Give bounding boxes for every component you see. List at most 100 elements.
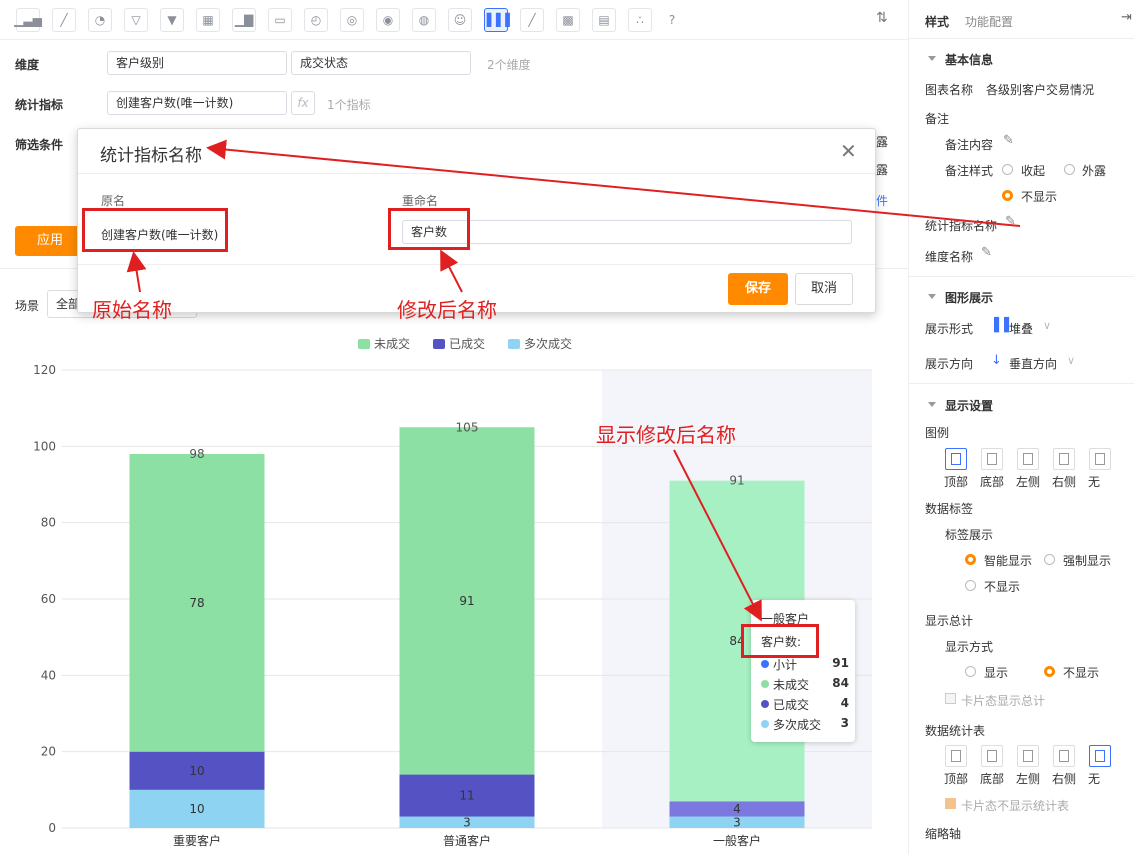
dialog-divider-bottom xyxy=(78,264,875,265)
chart-tooltip: 一般客户 客户数: 小计 91 未成交 84 已成交 4 多次成交 3 xyxy=(751,600,855,742)
pie-chart-icon[interactable]: ◔ xyxy=(88,8,112,32)
legend-label: 多次成交 xyxy=(524,336,572,351)
tooltip-dot-icon xyxy=(761,660,769,668)
legend-swatch xyxy=(433,339,445,349)
table-position-icon[interactable] xyxy=(981,745,1003,767)
table-position-icon[interactable] xyxy=(1089,745,1111,767)
card-icon[interactable]: ▭ xyxy=(268,8,292,32)
help-icon[interactable]: ? xyxy=(660,8,684,32)
radio-no-label[interactable] xyxy=(965,580,976,591)
collapse-arrow-icon[interactable] xyxy=(928,56,936,61)
combo-chart-icon[interactable]: ▁▇ xyxy=(232,8,256,32)
heatmap-icon[interactable]: ▩ xyxy=(556,8,580,32)
card-no-table-checkbox[interactable] xyxy=(945,798,956,809)
edit-dimension-icon[interactable]: ✎ xyxy=(981,245,992,260)
section-graph-display: 图形展示 xyxy=(945,291,994,305)
position-glyph-icon xyxy=(987,750,997,762)
table-position-icon[interactable] xyxy=(945,745,967,767)
area-line-icon[interactable]: ╱ xyxy=(520,8,544,32)
legend-position-icon[interactable] xyxy=(1089,448,1111,470)
tab-config[interactable]: 功能配置 xyxy=(965,13,1013,30)
position-glyph-icon xyxy=(951,453,961,465)
position-glyph-icon xyxy=(951,750,961,762)
bar-chart-icon[interactable]: ▁▃▅ xyxy=(14,8,42,32)
metric-label: 统计指标 xyxy=(15,98,64,112)
bg-text-fragment-1: 露 xyxy=(876,135,889,149)
legend-label: 未成交 xyxy=(374,336,410,351)
chart-name-value[interactable]: 各级别客户交易情况 xyxy=(986,81,1094,98)
table-position-label: 无 xyxy=(1088,772,1101,786)
legend-position-icon[interactable] xyxy=(1017,448,1039,470)
tab-style[interactable]: 样式 xyxy=(925,13,949,30)
card-total-label: 卡片态显示总计 xyxy=(961,694,1046,708)
radio-collapse[interactable] xyxy=(1002,164,1013,175)
annotation-box-renamed xyxy=(388,208,470,250)
world-map-icon[interactable]: ◍ xyxy=(412,8,436,32)
funnel-icon[interactable]: ▽ xyxy=(124,8,148,32)
display-dir-value[interactable]: 垂直方向 xyxy=(1009,355,1057,372)
detail-table-icon[interactable]: ▤ xyxy=(592,8,616,32)
legend-position-label: 顶部 xyxy=(944,475,969,489)
tooltip-row-value: 3 xyxy=(840,716,849,730)
scene-label: 场景 xyxy=(15,299,40,313)
x-tick-label: 一般客户 xyxy=(713,833,761,848)
bg-text-fragment-2: 露 xyxy=(876,163,889,177)
map-cn-alt-icon[interactable]: ◉ xyxy=(376,8,400,32)
map-cn-icon[interactable]: ◎ xyxy=(340,8,364,32)
edit-metric-icon[interactable]: ✎ xyxy=(1005,214,1016,229)
radio-smart-display[interactable] xyxy=(965,554,976,565)
fx-button[interactable]: fx xyxy=(291,91,315,115)
chevron-down-icon[interactable]: ∨ xyxy=(1067,354,1075,367)
metric-field[interactable]: 创建客户数(唯一计数) xyxy=(107,91,287,115)
dimension-field-2[interactable]: 成交状态 xyxy=(291,51,471,75)
tooltip-dot-icon xyxy=(761,700,769,708)
table-position-icon[interactable] xyxy=(1053,745,1075,767)
zoom-axis-label: 缩略轴 xyxy=(925,827,962,841)
filter-label: 筛选条件 xyxy=(15,138,64,152)
table-position-icon[interactable] xyxy=(1017,745,1039,767)
collapse-arrow-icon[interactable] xyxy=(928,294,936,299)
stacked-bar-icon[interactable]: ▐▐▐ xyxy=(482,8,510,32)
radio-expose-label: 外露 xyxy=(1082,164,1107,178)
legend-position-icon[interactable] xyxy=(945,448,967,470)
tooltip-row-name: 小计 xyxy=(773,658,798,672)
y-tick-label: 0 xyxy=(48,821,56,835)
gauge-icon[interactable]: ◴ xyxy=(304,8,328,32)
line-chart-icon[interactable]: ╱ xyxy=(52,8,76,32)
cancel-button[interactable]: 取消 xyxy=(795,273,853,305)
radio-hide[interactable] xyxy=(1002,190,1013,201)
data-label: 78 xyxy=(189,596,204,610)
scatter-icon[interactable]: ∴ xyxy=(628,8,652,32)
data-label: 10 xyxy=(189,764,204,778)
radio-show[interactable] xyxy=(965,666,976,677)
position-glyph-icon xyxy=(1023,750,1033,762)
dialog-divider-top xyxy=(78,173,875,174)
layout-switch-icon[interactable]: ⇅ xyxy=(876,10,888,26)
close-icon[interactable]: ✕ xyxy=(840,141,857,161)
tooltip-row-value: 91 xyxy=(832,656,849,670)
apply-button[interactable]: 应用 xyxy=(15,226,85,256)
label-display-label: 标签展示 xyxy=(945,528,994,542)
legend-position-label: 右侧 xyxy=(1052,475,1077,489)
dimension-field-1[interactable]: 客户级别 xyxy=(107,51,287,75)
save-button[interactable]: 保存 xyxy=(728,273,788,305)
tooltip-row: 多次成交 3 xyxy=(759,715,849,733)
legend-position-icon[interactable] xyxy=(1053,448,1075,470)
smiley-icon[interactable]: ☺ xyxy=(448,8,472,32)
legend-position-icon[interactable] xyxy=(981,448,1003,470)
radio-force-display[interactable] xyxy=(1044,554,1055,565)
edit-icon[interactable]: ✎ xyxy=(1003,133,1014,148)
dimension-label: 维度 xyxy=(15,58,40,72)
radio-not-show[interactable] xyxy=(1044,666,1055,677)
chevron-down-icon[interactable]: ∨ xyxy=(1043,319,1051,332)
radio-expose[interactable] xyxy=(1064,164,1075,175)
display-form-value[interactable]: 堆叠 xyxy=(1009,320,1033,337)
y-tick-label: 120 xyxy=(33,363,56,377)
funnel-alt-icon[interactable]: ▼ xyxy=(160,8,184,32)
collapse-arrow-icon[interactable] xyxy=(928,402,936,407)
orig-name-header: 原名 xyxy=(101,194,126,208)
table-icon[interactable]: ▦ xyxy=(196,8,220,32)
expand-icon[interactable]: ⇥ xyxy=(1121,10,1132,25)
card-total-checkbox[interactable] xyxy=(945,693,956,704)
panel-divider xyxy=(909,38,1134,39)
